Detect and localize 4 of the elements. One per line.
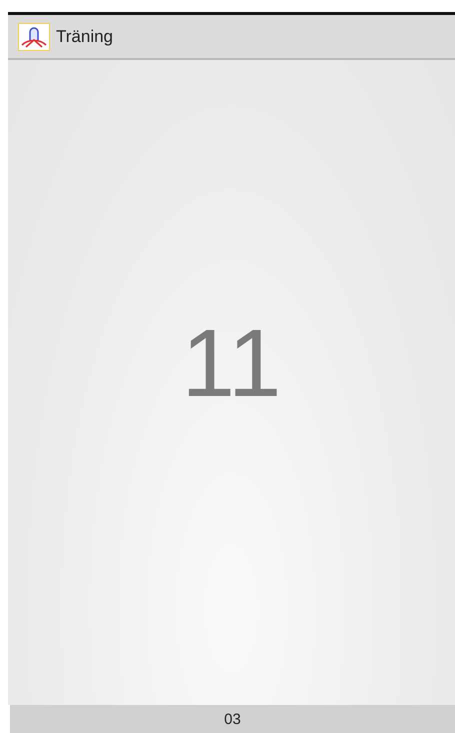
bottom-number: 03 <box>224 710 241 728</box>
app-title: Träning <box>56 26 114 46</box>
counter-number: 11 <box>182 308 282 418</box>
app-logo-icon <box>18 22 50 50</box>
